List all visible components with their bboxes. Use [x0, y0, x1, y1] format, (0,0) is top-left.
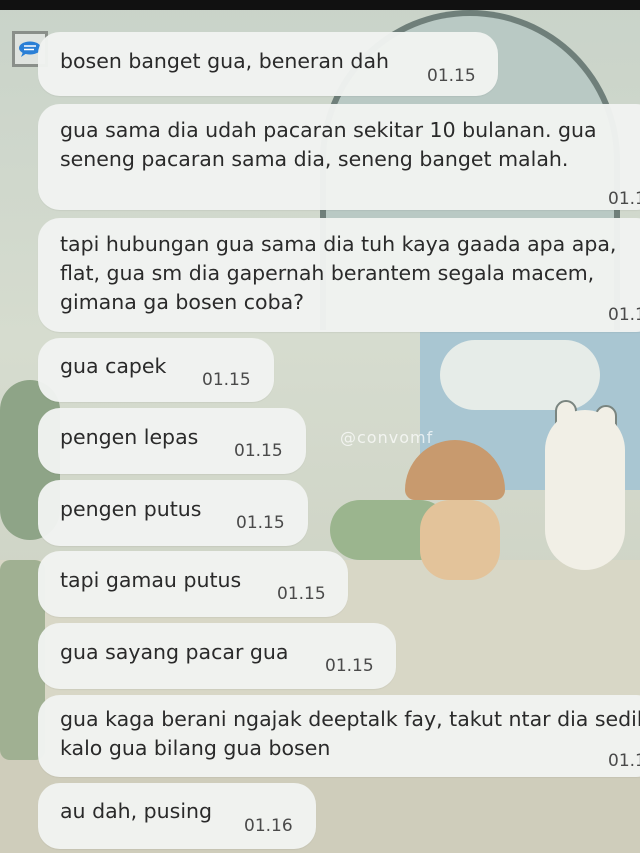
message-text: au dah, pusing — [60, 799, 213, 823]
wallpaper-bunny — [545, 410, 625, 570]
wallpaper-cloud — [440, 340, 600, 410]
message-time: 01.16 — [244, 816, 293, 836]
message-time: 01.15 — [234, 441, 283, 461]
message-bubble[interactable]: gua kaga berani ngajak deeptalk fay, tak… — [38, 695, 640, 777]
message-text: bosen banget gua, beneran dah — [60, 49, 390, 73]
message-time: 01.15 — [277, 584, 326, 604]
message-time: 01.15 — [608, 189, 640, 209]
message-time: 01.15 — [202, 370, 251, 390]
message-time: 01.15 — [608, 751, 640, 771]
message-bubble[interactable]: pengen putus 01.15 — [38, 480, 308, 546]
message-bubble[interactable]: gua sayang pacar gua 01.15 — [38, 623, 396, 689]
message-time: 01.15 — [427, 66, 476, 86]
message-time: 01.15 — [236, 513, 285, 533]
wallpaper-hat — [405, 440, 505, 500]
message-text: tapi hubungan gua sama dia tuh kaya gaad… — [60, 232, 617, 314]
message-bubble[interactable]: bosen banget gua, beneran dah 01.15 — [38, 32, 498, 96]
message-text: pengen lepas — [60, 425, 199, 449]
message-bubble[interactable]: gua capek 01.15 — [38, 338, 274, 402]
wallpaper-bush — [330, 500, 450, 560]
message-text: gua sayang pacar gua — [60, 640, 289, 664]
watermark: @convomf — [340, 428, 434, 447]
chat-screen: @convomf bosen banget gua, beneran dah 0… — [0, 0, 640, 853]
message-text: gua capek — [60, 354, 167, 378]
message-bubble[interactable]: tapi hubungan gua sama dia tuh kaya gaad… — [38, 218, 640, 332]
status-bar — [0, 0, 640, 10]
message-text: gua kaga berani ngajak deeptalk fay, tak… — [60, 707, 640, 760]
message-text: gua sama dia udah pacaran sekitar 10 bul… — [60, 118, 597, 171]
message-text: pengen putus — [60, 497, 202, 521]
wallpaper-bunny-ear — [555, 400, 577, 460]
message-bubble[interactable]: au dah, pusing 01.16 — [38, 783, 316, 849]
message-time: 01.15 — [325, 656, 374, 676]
wallpaper-girl — [420, 500, 500, 580]
message-bubble[interactable]: pengen lepas 01.15 — [38, 408, 306, 474]
message-bubble[interactable]: tapi gamau putus 01.15 — [38, 551, 348, 617]
wallpaper-bunny-ear — [595, 405, 617, 465]
message-time: 01.15 — [608, 305, 640, 325]
message-bubble[interactable]: gua sama dia udah pacaran sekitar 10 bul… — [38, 104, 640, 210]
wallpaper-sky — [420, 330, 640, 490]
message-text: tapi gamau putus — [60, 568, 242, 592]
